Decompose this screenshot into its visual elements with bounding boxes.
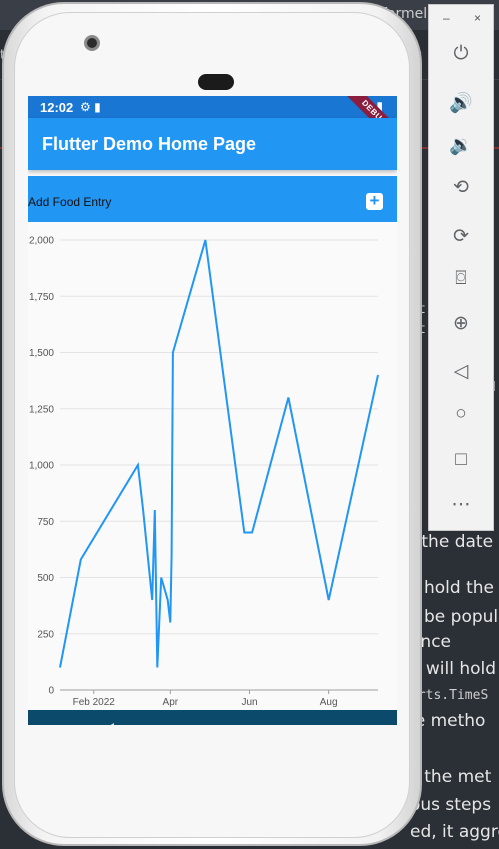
app-bar: Flutter Demo Home Page <box>28 118 397 170</box>
status-icons: ⚙ ▮ <box>80 100 101 114</box>
back-icon[interactable]: ◁ <box>449 360 473 384</box>
minimize-button[interactable]: – <box>443 11 450 25</box>
plus-icon[interactable]: + <box>366 192 383 210</box>
y-tick-label: 750 <box>37 517 54 528</box>
line-chart: 0 250 500 750 1,000 1,250 1,500 1,750 2,000 Feb 2… <box>28 222 397 710</box>
ide-doc-line: be popula <box>424 607 499 627</box>
volume-down-icon[interactable]: 🔉 <box>449 134 473 158</box>
rotate-left-icon[interactable]: ⟲ <box>449 176 473 200</box>
rotate-right-icon[interactable]: ⟳ <box>449 225 473 249</box>
close-button[interactable]: × <box>474 11 481 25</box>
phone-screen: 12:02 ⚙ ▮ ▾ ▮ DEBUG Flutter Demo Home Pa… <box>28 96 397 725</box>
x-tick-label: Apr <box>163 697 179 708</box>
overview-icon[interactable]: □ <box>449 448 473 472</box>
status-time: 12:02 <box>40 100 74 115</box>
y-tick-label: 500 <box>37 573 54 584</box>
y-tick-label: 1,250 <box>29 404 54 415</box>
add-food-entry-label: Add Food Entry <box>28 195 112 209</box>
x-tick-label: Aug <box>320 697 338 708</box>
status-bar: 12:02 ⚙ ▮ ▾ ▮ DEBUG <box>28 96 397 149</box>
x-tick-label: Feb 2022 <box>73 697 116 708</box>
zoom-icon[interactable]: ⊕ <box>449 312 473 336</box>
series-line <box>59 239 379 668</box>
android-nav-bar <box>28 710 397 725</box>
y-tick-label: 1,000 <box>29 461 54 472</box>
x-tick-label: Jun <box>241 697 257 708</box>
page-title: Flutter Demo Home Page <box>42 134 257 154</box>
ide-doc-line: ous steps <box>410 795 492 815</box>
line-chart-svg: 0 250 500 750 1,000 1,250 1,500 1,750 2,000 Feb 2… <box>29 236 379 708</box>
y-tick-label: 250 <box>37 629 54 640</box>
camera-icon <box>84 35 100 51</box>
ide-doc-line: ed, it aggreg <box>410 822 499 842</box>
ide-doc-line: s the met <box>410 767 492 787</box>
home-icon[interactable]: ○ <box>449 402 473 426</box>
y-tick-label: 1,500 <box>29 348 54 359</box>
power-icon[interactable]: ⏻ <box>449 42 473 66</box>
emulator-toolbar: – × ⏻ 🔊 🔉 ⟲ ⟳ ⌼ ⊕ ◁ ○ □ ⋯ <box>428 4 494 531</box>
camera-icon[interactable]: ⌼ <box>449 267 473 291</box>
speaker-grille <box>198 74 234 90</box>
more-icon[interactable]: ⋯ <box>449 493 473 517</box>
volume-up-icon[interactable]: 🔊 <box>449 92 473 116</box>
ide-doc-line: e will hold <box>410 659 497 679</box>
y-tick-label: 2,000 <box>29 236 54 247</box>
add-food-entry-bar[interactable]: Add Food Entry + <box>28 176 397 222</box>
y-tick-label: 1,750 <box>29 292 54 303</box>
ide-doc-line: hold the <box>424 578 494 598</box>
back-icon[interactable] <box>102 723 114 725</box>
ide-doc-line: f the date <box>410 532 494 552</box>
y-tick-label: 0 <box>48 686 54 697</box>
